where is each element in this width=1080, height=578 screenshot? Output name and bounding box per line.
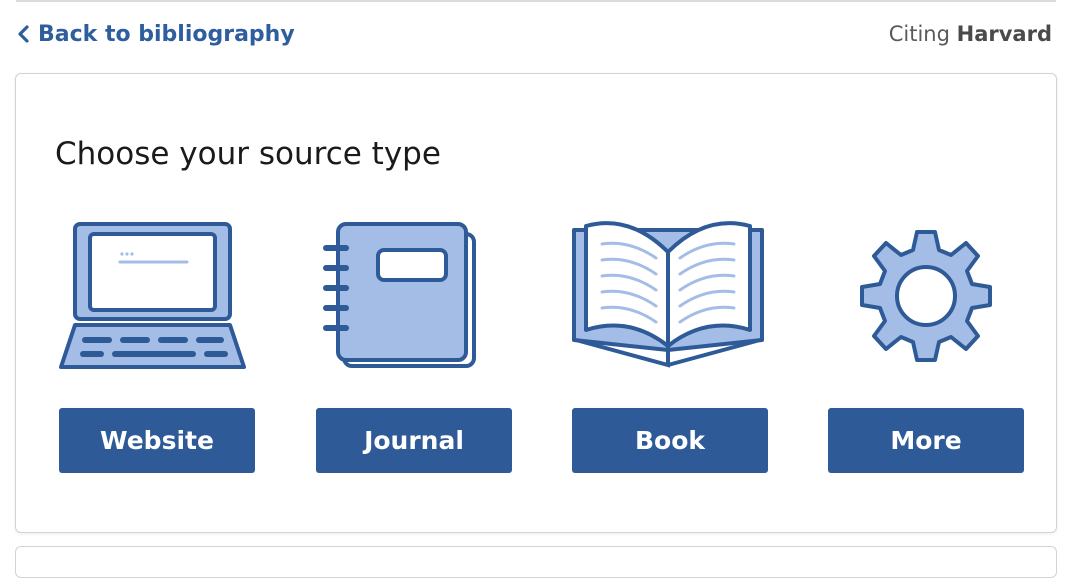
source-option-website: Website bbox=[59, 220, 255, 473]
top-bar: Back to bibliography Citing Harvard bbox=[16, 18, 1052, 50]
gear-icon bbox=[828, 220, 1024, 370]
journal-button[interactable]: Journal bbox=[316, 408, 512, 473]
chevron-left-icon bbox=[16, 25, 30, 43]
source-type-card: Choose your source type Website Journal … bbox=[15, 73, 1057, 533]
citing-style-indicator: Citing Harvard bbox=[889, 22, 1052, 46]
next-card-partial bbox=[15, 546, 1057, 578]
citing-style-name: Harvard bbox=[956, 22, 1052, 46]
website-button[interactable]: Website bbox=[59, 408, 255, 473]
book-button[interactable]: Book bbox=[572, 408, 768, 473]
open-book-icon bbox=[572, 220, 768, 370]
source-option-more: More bbox=[828, 220, 1024, 473]
source-option-book: Book bbox=[572, 220, 768, 473]
top-divider bbox=[16, 0, 1056, 2]
back-link-label: Back to bibliography bbox=[38, 21, 295, 47]
more-button[interactable]: More bbox=[828, 408, 1024, 473]
citing-prefix: Citing bbox=[888, 22, 950, 46]
card-title: Choose your source type bbox=[55, 136, 441, 172]
laptop-icon bbox=[59, 220, 255, 370]
source-option-journal: Journal bbox=[316, 220, 512, 473]
notebook-icon bbox=[316, 220, 512, 370]
back-to-bibliography-link[interactable]: Back to bibliography bbox=[16, 22, 295, 47]
